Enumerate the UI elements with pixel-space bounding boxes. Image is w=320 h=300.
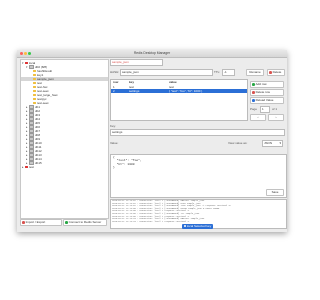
value-field-label: Value: xyxy=(110,141,119,145)
delete-row-button[interactable]: Delete row xyxy=(250,89,284,96)
column-header-key[interactable]: key xyxy=(129,80,134,84)
import-export-button[interactable]: Import / Export xyxy=(20,219,62,226)
delete-row-label: Delete row xyxy=(255,90,270,94)
keyname-tab[interactable]: sample_json xyxy=(110,59,163,66)
connect-server-label: Connect to Redis Server xyxy=(68,220,102,224)
app-window: Redis Desktop Manager ▾ local ▾ db0 (8/8) ha… xyxy=(17,50,287,232)
row-number: 2 xyxy=(113,89,115,93)
prev-page-button[interactable]: ‹ xyxy=(250,114,266,121)
chevron-right-icon: › xyxy=(275,115,277,119)
view-as-select[interactable]: JSON ▾ xyxy=(262,140,283,147)
status-tab-name: local xyxy=(187,224,194,228)
page-input[interactable]: 1 xyxy=(260,106,270,113)
status-tab[interactable]: local Selected key xyxy=(182,224,214,229)
row-value: { "test": "foo", "bt": 1000 } xyxy=(169,89,203,93)
tree-server-item[interactable]: ▸ test xyxy=(21,165,108,169)
add-row-button[interactable]: Add row xyxy=(250,81,284,88)
view-as-label: View value as: xyxy=(228,141,248,145)
sidebar-bottom-bar: Import / Export Connect to Redis Server xyxy=(20,218,107,226)
chevron-down-icon: ▾ xyxy=(279,141,281,145)
ttl-label: TTL: xyxy=(214,70,221,74)
import-export-label: Import / Export xyxy=(25,220,46,224)
hash-name-field[interactable]: sample_json xyxy=(120,69,213,76)
table-row[interactable]: 2 settings { "test": "foo", "bt": 1000 } xyxy=(111,89,247,93)
view-as-value: JSON xyxy=(264,141,273,145)
page-label: Page xyxy=(250,107,258,111)
ttl-field[interactable]: -1 xyxy=(222,69,235,76)
status-indicator-icon xyxy=(184,225,186,228)
hash-table: row key value 1 test test 2 settings { "… xyxy=(110,79,248,121)
window-title: Redis Desktop Manager xyxy=(133,51,171,55)
tree-item-label: test xyxy=(29,165,34,169)
reload-value-button[interactable]: Reload Value xyxy=(250,97,284,104)
page-of-label: of 1 xyxy=(272,107,278,111)
value-editor-content: { "test": "foo", "bt": 1000 } xyxy=(113,156,142,170)
delete-icon xyxy=(269,70,272,74)
hash-label: HASH: xyxy=(110,70,120,74)
key-field-label: Key: xyxy=(110,124,117,128)
title-bar: Redis Desktop Manager xyxy=(17,50,287,58)
connect-server-button[interactable]: Connect to Redis Server xyxy=(63,219,107,226)
column-header-row[interactable]: row xyxy=(113,80,118,84)
add-connection-icon xyxy=(65,220,68,224)
add-icon xyxy=(252,82,255,86)
rename-button[interactable]: Rename xyxy=(246,69,264,76)
row-key: settings xyxy=(129,89,140,93)
log-line: 2016-04-11 22:14:10 : Connection: local … xyxy=(112,219,190,223)
key-field[interactable]: settings xyxy=(110,129,285,136)
connection-tree: ▾ local ▾ db0 (8/8) hashResult key1 sample_jso… xyxy=(20,59,109,219)
column-header-value[interactable]: value xyxy=(169,80,177,84)
status-label: Selected key xyxy=(194,224,212,228)
delete-key-button[interactable]: Delete xyxy=(267,69,285,76)
key-view: sample_json HASH: sample_json TTL: -1 Re… xyxy=(110,59,287,230)
delete-row-icon xyxy=(252,90,255,94)
reload-icon xyxy=(252,98,255,102)
server-icon xyxy=(25,166,28,169)
import-export-icon xyxy=(22,220,25,224)
next-page-button[interactable]: › xyxy=(268,114,284,121)
delete-key-label: Delete xyxy=(272,70,282,74)
value-editor[interactable]: { "test": "foo", "bt": 1000 } Save xyxy=(110,154,287,198)
reload-value-label: Reload Value xyxy=(255,98,274,102)
chevron-left-icon: ‹ xyxy=(257,115,259,119)
add-row-label: Add row xyxy=(255,82,267,86)
save-button[interactable]: Save xyxy=(266,189,284,196)
